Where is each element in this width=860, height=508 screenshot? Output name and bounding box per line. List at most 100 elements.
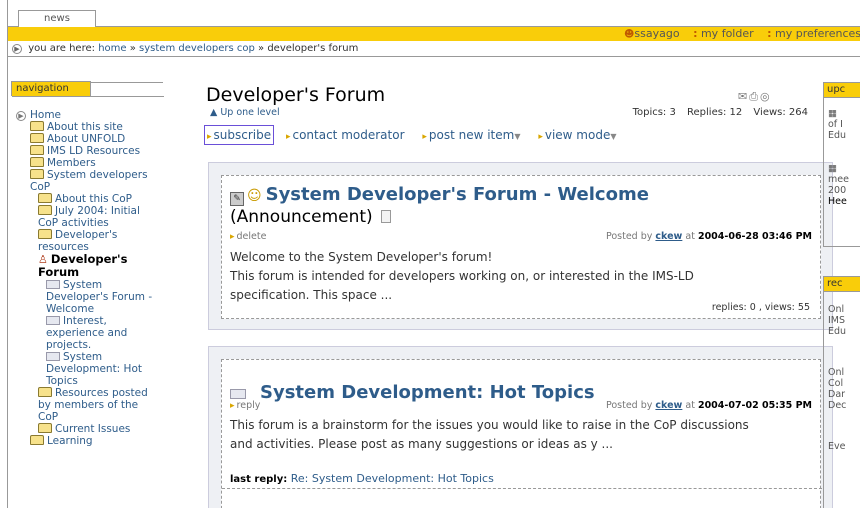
nav-members[interactable]: Members (16, 157, 160, 169)
nav-current-issues[interactable]: Current Issues (16, 423, 160, 435)
my-preferences-link[interactable]: : my preferences (767, 27, 860, 40)
nav-system-developers-cop[interactable]: System developers CoP (16, 169, 160, 193)
page-title: Developer's Forum (206, 84, 386, 106)
post-subtitle: (Announcement) (230, 207, 373, 227)
nav-about-unfold[interactable]: About UNFOLD (16, 133, 160, 145)
topics-count: Topics: 3 (632, 107, 676, 118)
nav-hot-topics[interactable]: System Development: Hot Topics (16, 351, 160, 387)
up-one-level-link[interactable]: ▲ Up one level (210, 107, 280, 118)
tab-news[interactable]: news (18, 10, 96, 27)
folder-icon (30, 157, 44, 167)
folder-icon (38, 423, 52, 433)
upcoming-event-1[interactable]: ▦ of I Edu (824, 108, 860, 141)
post-excerpt: This forum is a brainstorm for the issue… (230, 418, 749, 451)
nav-developers-resources[interactable]: Developer's resources (16, 229, 160, 253)
nav-home[interactable]: ▶ Home (16, 109, 160, 121)
contact-moderator-link[interactable]: ▸ contact moderator (284, 126, 407, 144)
nav-developers-forum[interactable]: ♙ Developer's Forum (16, 253, 160, 279)
message-icon (46, 280, 60, 289)
forum-actions: ▸ subscribe ▸ contact moderator ▸ post new … (204, 125, 629, 147)
message-icon (46, 316, 60, 325)
folder-icon (30, 133, 44, 143)
post-byline: Posted by ckew at 2004-07-02 05:35 PM (605, 400, 812, 411)
divider (222, 488, 822, 489)
nav-resources-posted[interactable]: Resources posted by members of the CoP (16, 387, 160, 423)
subscribe-link[interactable]: ▸ subscribe (204, 125, 275, 145)
bullet-icon: : (693, 27, 698, 40)
forum-post-1: ✎ ☺ System Developer's Forum - Welcome (An… (208, 162, 833, 330)
post-title-link[interactable]: System Development: Hot Topics (260, 382, 595, 403)
nav-interest-experience[interactable]: Interest, experience and projects. (16, 315, 160, 351)
post-subtitle-row: (Announcement) (230, 207, 391, 227)
recent-title: rec (824, 277, 860, 292)
folder-icon (38, 193, 52, 203)
recent-item-3[interactable]: Eve (824, 441, 860, 452)
forum-stats: Topics: 3 Replies: 12 Views: 264 (625, 107, 808, 118)
replies-count: Replies: 12 (687, 107, 743, 118)
post-title-link[interactable]: System Developer's Forum - Welcome (266, 184, 649, 205)
delete-link[interactable]: ▸ delete (230, 231, 266, 242)
print-icon[interactable]: ⎙ (749, 90, 760, 103)
home-icon: ▶ (16, 111, 26, 121)
folder-icon (38, 229, 52, 239)
arrow-icon: ▸ (538, 132, 543, 142)
post-card: System Development: Hot Topics ▸ reply Po… (221, 359, 822, 508)
chevron-down-icon: ▼ (514, 132, 521, 141)
folder-icon (30, 169, 44, 179)
calendar-icon: ▦ (828, 108, 837, 119)
post-title-row: System Development: Hot Topics (230, 382, 595, 403)
send-icon[interactable]: ✉ (738, 90, 749, 103)
breadcrumb-system-developers-cop[interactable]: system developers cop (139, 43, 255, 54)
smiley-icon: ☺ (247, 188, 262, 204)
recent-item-1[interactable]: Onl IMS Edu (824, 304, 860, 337)
navigation-tree: ▶ Home About this site About UNFOLD IMS L… (12, 96, 164, 508)
reply-link[interactable]: ▸ reply (230, 400, 260, 411)
nav-about-this-site[interactable]: About this site (16, 121, 160, 133)
arrow-icon: ▸ (230, 401, 235, 411)
author-link[interactable]: ckew (655, 400, 682, 411)
section-tabs: news (8, 0, 860, 27)
navigation-portlet: navigation ▶ Home About this site About U… (11, 81, 164, 447)
message-icon (230, 389, 246, 399)
folder-icon (38, 205, 52, 215)
announcement-icon: ✎ (230, 192, 244, 206)
nav-about-this-cop[interactable]: About this CoP (16, 193, 160, 205)
last-reply-link[interactable]: Re: System Development: Hot Topics (291, 472, 494, 485)
my-folder-link[interactable]: : my folder (693, 27, 754, 40)
chevron-down-icon: ▼ (610, 132, 617, 141)
nav-forum-welcome[interactable]: System Developer's Forum - Welcome (16, 279, 160, 315)
upcoming-title: upc (824, 83, 860, 98)
folder-icon (30, 145, 44, 155)
post-counts: replies: 0 , views: 55 (711, 302, 810, 313)
nav-learning[interactable]: Learning (16, 435, 160, 447)
nav-ims-ld-resources[interactable]: IMS LD Resources (16, 145, 160, 157)
recent-portlet: rec Onl IMS Edu Onl Col Dar Dec Eve (823, 276, 860, 508)
browser-page: news ☻ssayago : my folder : my preferenc… (7, 0, 860, 508)
post-title-row: ✎ ☺ System Developer's Forum - Welcome (230, 184, 649, 206)
last-reply-row: last reply: Re: System Development: Hot … (230, 472, 494, 485)
author-link[interactable]: ckew (655, 231, 682, 242)
document-actions: ✉⎙◎ (738, 90, 772, 104)
location-icon: ▶ (12, 44, 22, 54)
folder-icon (30, 435, 44, 445)
views-count: Views: 264 (753, 107, 808, 118)
arrow-icon: ▸ (422, 132, 427, 142)
post-new-item-menu[interactable]: ▸ post new item▼ (420, 126, 522, 144)
arrow-icon: ▸ (207, 132, 212, 142)
document-icon (380, 210, 391, 223)
personal-bar: ☻ssayago : my folder : my preferences (8, 27, 860, 41)
arrow-icon: ▸ (230, 232, 235, 242)
message-icon (46, 352, 60, 361)
breadcrumb-home[interactable]: home (98, 43, 126, 54)
upcoming-event-2[interactable]: ▦ mee 200 Hee (824, 163, 860, 207)
navigation-title: navigation (11, 81, 91, 96)
fullscreen-icon[interactable]: ◎ (760, 90, 772, 103)
nav-initial-cop-activities[interactable]: July 2004: Initial CoP activities (16, 205, 160, 229)
view-mode-menu[interactable]: ▸ view mode▼ (536, 126, 618, 144)
upcoming-portlet: upc ▦ of I Edu ▦ mee 200 Hee (823, 82, 860, 247)
recent-item-2[interactable]: Onl Col Dar Dec (824, 367, 860, 411)
bullet-icon: : (767, 27, 772, 40)
user-link[interactable]: ☻ssayago (624, 27, 680, 40)
post-excerpt: Welcome to the System Developer's forum!… (230, 250, 694, 302)
folder-icon (38, 387, 52, 397)
